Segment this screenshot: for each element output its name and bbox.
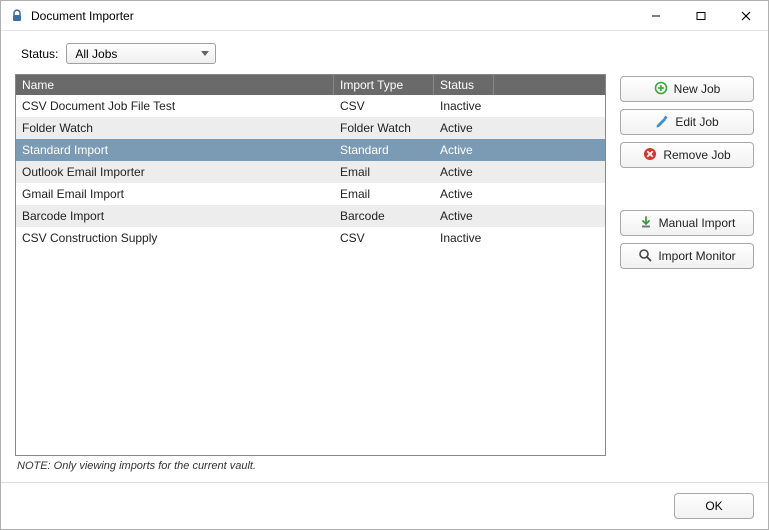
cell-name: Folder Watch	[16, 121, 334, 135]
status-select[interactable]: All Jobs	[66, 43, 216, 64]
side-panel: New Job Edit Job Remove Job	[620, 74, 754, 472]
lock-icon	[9, 8, 25, 24]
remove-circle-icon	[643, 147, 657, 164]
main-area: Name Import Type Status CSV Document Job…	[15, 74, 754, 472]
cell-status: Active	[434, 121, 494, 135]
download-icon	[639, 215, 653, 232]
column-header-name[interactable]: Name	[16, 75, 334, 95]
table-row[interactable]: CSV Construction SupplyCSVInactive	[16, 227, 605, 249]
pencil-icon	[655, 114, 669, 131]
column-header-status[interactable]: Status	[434, 75, 494, 95]
new-job-label: New Job	[674, 82, 721, 96]
status-select-wrap: All Jobs	[66, 43, 216, 64]
cell-status: Inactive	[434, 231, 494, 245]
table-row[interactable]: Gmail Email ImportEmailActive	[16, 183, 605, 205]
column-header-extra	[494, 75, 605, 95]
status-label: Status:	[21, 47, 58, 61]
table-row[interactable]: Outlook Email ImporterEmailActive	[16, 161, 605, 183]
cell-name: Outlook Email Importer	[16, 165, 334, 179]
close-button[interactable]	[723, 1, 768, 30]
cell-type: Barcode	[334, 209, 434, 223]
cell-status: Active	[434, 209, 494, 223]
edit-job-label: Edit Job	[675, 115, 718, 129]
cell-type: CSV	[334, 99, 434, 113]
cell-name: CSV Construction Supply	[16, 231, 334, 245]
cell-type: Standard	[334, 143, 434, 157]
ok-button[interactable]: OK	[674, 493, 754, 519]
cell-status: Active	[434, 143, 494, 157]
table-row[interactable]: CSV Document Job File TestCSVInactive	[16, 95, 605, 117]
status-filter-row: Status: All Jobs	[21, 43, 754, 64]
window-controls	[633, 1, 768, 30]
cell-status: Active	[434, 165, 494, 179]
cell-name: Barcode Import	[16, 209, 334, 223]
cell-name: CSV Document Job File Test	[16, 99, 334, 113]
column-header-type[interactable]: Import Type	[334, 75, 434, 95]
new-job-button[interactable]: New Job	[620, 76, 754, 102]
cell-name: Gmail Email Import	[16, 187, 334, 201]
table-row[interactable]: Barcode ImportBarcodeActive	[16, 205, 605, 227]
cell-type: Email	[334, 165, 434, 179]
document-importer-window: Document Importer Status: All Jobs	[0, 0, 769, 530]
import-monitor-button[interactable]: Import Monitor	[620, 243, 754, 269]
maximize-button[interactable]	[678, 1, 723, 30]
remove-job-button[interactable]: Remove Job	[620, 142, 754, 168]
plus-circle-icon	[654, 81, 668, 98]
minimize-button[interactable]	[633, 1, 678, 30]
window-title: Document Importer	[31, 9, 633, 23]
table-body: CSV Document Job File TestCSVInactiveFol…	[16, 95, 605, 455]
cell-type: CSV	[334, 231, 434, 245]
table-row[interactable]: Folder WatchFolder WatchActive	[16, 117, 605, 139]
cell-status: Inactive	[434, 99, 494, 113]
table-row[interactable]: Standard ImportStandardActive	[16, 139, 605, 161]
side-panel-spacer	[620, 175, 754, 203]
cell-type: Email	[334, 187, 434, 201]
cell-type: Folder Watch	[334, 121, 434, 135]
table-wrap: Name Import Type Status CSV Document Job…	[15, 74, 606, 472]
cell-name: Standard Import	[16, 143, 334, 157]
dialog-body: Status: All Jobs Name Import Type Status…	[1, 31, 768, 482]
manual-import-button[interactable]: Manual Import	[620, 210, 754, 236]
edit-job-button[interactable]: Edit Job	[620, 109, 754, 135]
remove-job-label: Remove Job	[663, 148, 730, 162]
jobs-table: Name Import Type Status CSV Document Job…	[15, 74, 606, 456]
titlebar: Document Importer	[1, 1, 768, 31]
cell-status: Active	[434, 187, 494, 201]
import-monitor-label: Import Monitor	[658, 249, 735, 263]
footer-note: NOTE: Only viewing imports for the curre…	[17, 460, 606, 472]
magnifier-icon	[638, 248, 652, 265]
manual-import-label: Manual Import	[659, 216, 736, 230]
table-header: Name Import Type Status	[16, 75, 605, 95]
dialog-footer: OK	[1, 482, 768, 529]
